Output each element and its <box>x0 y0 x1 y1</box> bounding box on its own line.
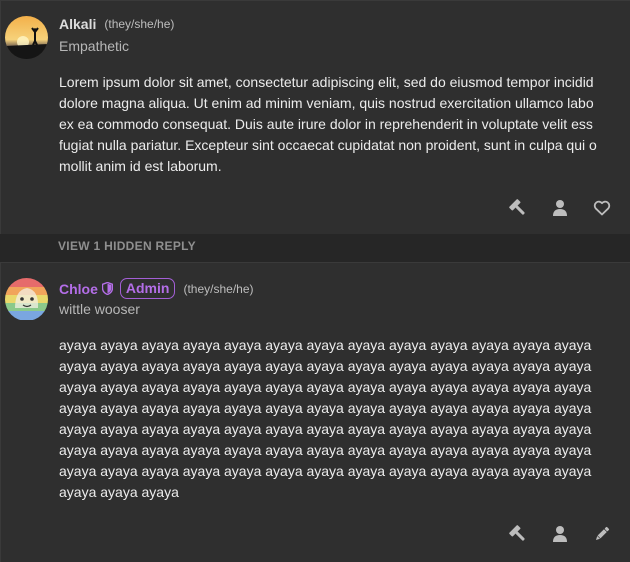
view-hidden-reply[interactable]: VIEW 1 HIDDEN REPLY <box>0 234 630 262</box>
edit-button[interactable] <box>581 520 623 548</box>
avatar[interactable] <box>5 278 48 321</box>
heart-icon <box>593 200 611 216</box>
post-actions <box>497 194 623 222</box>
post-body-line: dolore magna aliqua. Ut enim ad minim ve… <box>59 95 594 111</box>
post-body: Lorem ipsum dolor sit amet, consectetur … <box>59 72 630 177</box>
profile-button[interactable] <box>539 194 581 222</box>
user-status: Empathetic <box>59 38 130 54</box>
shield-icon <box>101 282 113 295</box>
post-body-line: ayaya ayaya ayaya ayaya ayaya ayaya ayay… <box>59 463 592 479</box>
comment-post: Alkali (they/she/he) Empathetic Lorem ip… <box>0 0 630 234</box>
post-body-line: ayaya ayaya ayaya ayaya ayaya ayaya ayay… <box>59 421 592 437</box>
post-body-line: ayaya ayaya ayaya ayaya ayaya ayaya ayay… <box>59 442 592 458</box>
post-body-line: Lorem ipsum dolor sit amet, consectetur … <box>59 74 594 90</box>
post-body-line: ayaya ayaya ayaya <box>59 484 179 500</box>
post-body-line: fugiat nulla pariatur. Excepteur sint oc… <box>59 137 597 153</box>
username[interactable]: Chloe <box>59 281 98 297</box>
user-status: wittle wooser <box>59 301 140 317</box>
admin-badge: Admin <box>119 278 176 299</box>
pronouns: (they/she/he) <box>183 281 254 296</box>
avatar[interactable] <box>5 16 48 59</box>
post-body-line: ayaya ayaya ayaya ayaya ayaya ayaya ayay… <box>59 400 592 416</box>
moderate-button[interactable] <box>497 520 539 548</box>
username[interactable]: Alkali <box>59 16 96 32</box>
hammer-icon <box>509 199 525 215</box>
post-body-line: ex ea commodo consequat. Duis aute irure… <box>59 116 593 132</box>
profile-button[interactable] <box>539 520 581 548</box>
moderate-button[interactable] <box>497 194 539 222</box>
like-button[interactable] <box>581 194 623 222</box>
hammer-icon <box>509 525 525 541</box>
post-body-line: ayaya ayaya ayaya ayaya ayaya ayaya ayay… <box>59 337 592 353</box>
hidden-reply-label: VIEW 1 HIDDEN REPLY <box>58 239 196 253</box>
user-icon <box>553 200 567 216</box>
post-body: ayaya ayaya ayaya ayaya ayaya ayaya ayay… <box>59 335 630 503</box>
pronouns: (they/she/he) <box>104 17 175 31</box>
post-header: Alkali (they/she/he) <box>59 16 174 32</box>
post-header: Chloe Admin (they/she/he) <box>59 278 254 299</box>
post-body-line: ayaya ayaya ayaya ayaya ayaya ayaya ayay… <box>59 358 592 374</box>
user-icon <box>553 526 567 542</box>
post-body-line: mollit anim id est laborum. <box>59 158 222 174</box>
post-actions <box>497 520 623 548</box>
comment-post: Chloe Admin (they/she/he) wittle wooser … <box>0 262 630 562</box>
post-body-line: ayaya ayaya ayaya ayaya ayaya ayaya ayay… <box>59 379 592 395</box>
pencil-icon <box>595 526 610 541</box>
